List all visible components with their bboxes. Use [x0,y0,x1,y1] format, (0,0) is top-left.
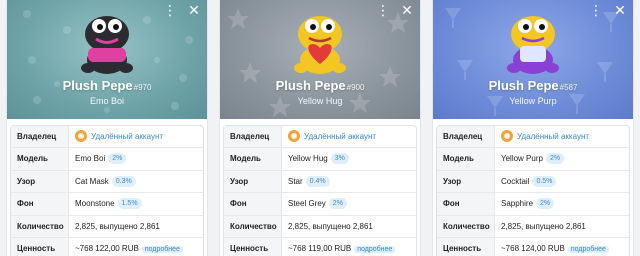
pattern-value: Cat Mask 0.3% [69,171,203,192]
pattern-value: Cocktail 0.5% [495,171,629,192]
gift-image [507,16,559,74]
pattern-label: Узор [224,170,282,193]
rarity-badge: 3% [330,153,349,165]
close-icon[interactable]: ✕ [613,3,627,17]
background-value: Moonstone 1.5% [69,193,203,214]
gift-details-table: Владелец Удалённый аккаунт Модель Yellow… [223,125,417,256]
value-value: ~768 119,00 RUB подробнее [282,238,416,256]
table-row: Владелец Удалённый аккаунт [224,126,416,149]
avatar [288,130,300,142]
model-label: Модель [437,148,495,170]
table-row: Узор Cocktail 0.5% [437,170,629,194]
value-value: ~768 122,00 RUB подробнее [69,238,203,256]
gift-card: ⋮ ✕ Plush Pepe#970 Emo Boi Владелец Удал… [6,0,208,256]
quantity-label: Количество [437,215,495,237]
background-label: Фон [224,193,282,215]
quantity-value: 2,825, выпущено 2,861 [501,221,586,231]
background-value: Steel Grey 2% [282,193,416,214]
table-row: Модель Yellow Hug 3% [224,148,416,171]
gift-header: ⋮ ✕ Plush Pepe#970 Emo Boi [7,0,207,119]
details-link[interactable]: подробнее [567,245,609,253]
background-label: Фон [11,193,69,215]
avatar [75,130,87,142]
table-row: Модель Yellow Purp 2% [437,148,629,171]
background-value: Sapphire 2% [495,193,629,214]
gift-title: Plush Pepe#900 [275,78,365,93]
table-row: Фон Sapphire 2% [437,193,629,216]
details-link[interactable]: подробнее [354,245,396,253]
table-row: Ценность ~768 119,00 RUB подробнее [224,237,416,256]
model-label: Модель [224,148,282,170]
background-label: Фон [437,193,495,215]
table-row: Количество 2,825, выпущено 2,861 [437,215,629,238]
owner-value[interactable]: Удалённый аккаунт [69,126,203,147]
details-link[interactable]: подробнее [141,245,183,253]
table-row: Ценность ~768 124,00 RUB подробнее [437,237,629,256]
gift-header: ⋮ ✕ Plush Pepe#900 Yellow Hug [220,0,420,119]
gift-card: ⋮ ✕ Plush Pepe#900 Yellow Hug Владелец У… [219,0,421,256]
owner-label: Владелец [224,126,282,148]
rarity-badge: 1.5% [117,198,142,210]
value-label: Ценность [437,237,495,256]
gift-image [294,16,346,74]
value-label: Ценность [11,237,69,256]
gift-subtitle: Emo Boi [89,96,124,106]
value-label: Ценность [224,237,282,256]
table-row: Фон Steel Grey 2% [224,193,416,216]
gift-card: ⋮ ✕ Plush Pepe#587 Yellow Purp Владелец … [432,0,634,256]
table-row: Фон Moonstone 1.5% [11,193,203,216]
table-row: Владелец Удалённый аккаунт [437,126,629,149]
more-options-icon[interactable]: ⋮ [589,3,603,18]
gift-details-table: Владелец Удалённый аккаунт Модель Emo Bo… [10,125,204,256]
pattern-label: Узор [11,170,69,193]
pattern-value: Star 0.4% [282,171,416,192]
table-row: Узор Cat Mask 0.3% [11,170,203,194]
pattern-label: Узор [437,170,495,193]
quantity-label: Количество [224,215,282,237]
rarity-badge: 0.3% [111,175,136,187]
table-row: Количество 2,825, выпущено 2,861 [224,215,416,238]
gift-image [81,16,133,74]
table-row: Количество 2,825, выпущено 2,861 [11,215,203,238]
rarity-badge: 2% [108,153,127,165]
gift-subtitle: Yellow Hug [297,96,343,106]
rarity-badge: 0.4% [305,175,330,187]
table-row: Узор Star 0.4% [224,170,416,194]
rarity-badge: 0.5% [532,175,557,187]
quantity-value: 2,825, выпущено 2,861 [75,221,160,231]
model-value: Yellow Purp 2% [495,148,629,169]
model-value: Emo Boi 2% [69,148,203,169]
table-row: Модель Emo Boi 2% [11,148,203,171]
gift-title: Plush Pepe#587 [488,78,578,93]
gift-details-table: Владелец Удалённый аккаунт Модель Yellow… [436,125,630,256]
owner-value[interactable]: Удалённый аккаунт [495,126,629,147]
rarity-badge: 2% [328,198,347,210]
rarity-badge: 2% [536,198,555,210]
model-label: Модель [11,148,69,170]
rarity-badge: 2% [545,153,565,165]
value-value: ~768 124,00 RUB подробнее [495,238,629,256]
close-icon[interactable]: ✕ [187,3,201,17]
gift-header: ⋮ ✕ Plush Pepe#587 Yellow Purp [433,0,633,119]
owner-value[interactable]: Удалённый аккаунт [282,126,416,147]
gift-subtitle: Yellow Purp [509,96,557,106]
gift-title: Plush Pepe#970 [62,78,152,93]
more-options-icon[interactable]: ⋮ [163,3,177,18]
model-value: Yellow Hug 3% [282,148,416,169]
table-row: Ценность ~768 122,00 RUB подробнее [11,237,203,256]
avatar [501,130,513,142]
table-row: Владелец Удалённый аккаунт [11,126,203,149]
owner-label: Владелец [437,126,495,148]
more-options-icon[interactable]: ⋮ [376,3,390,18]
quantity-label: Количество [11,215,69,237]
close-icon[interactable]: ✕ [400,3,414,17]
owner-label: Владелец [11,126,69,148]
quantity-value: 2,825, выпущено 2,861 [288,221,373,231]
